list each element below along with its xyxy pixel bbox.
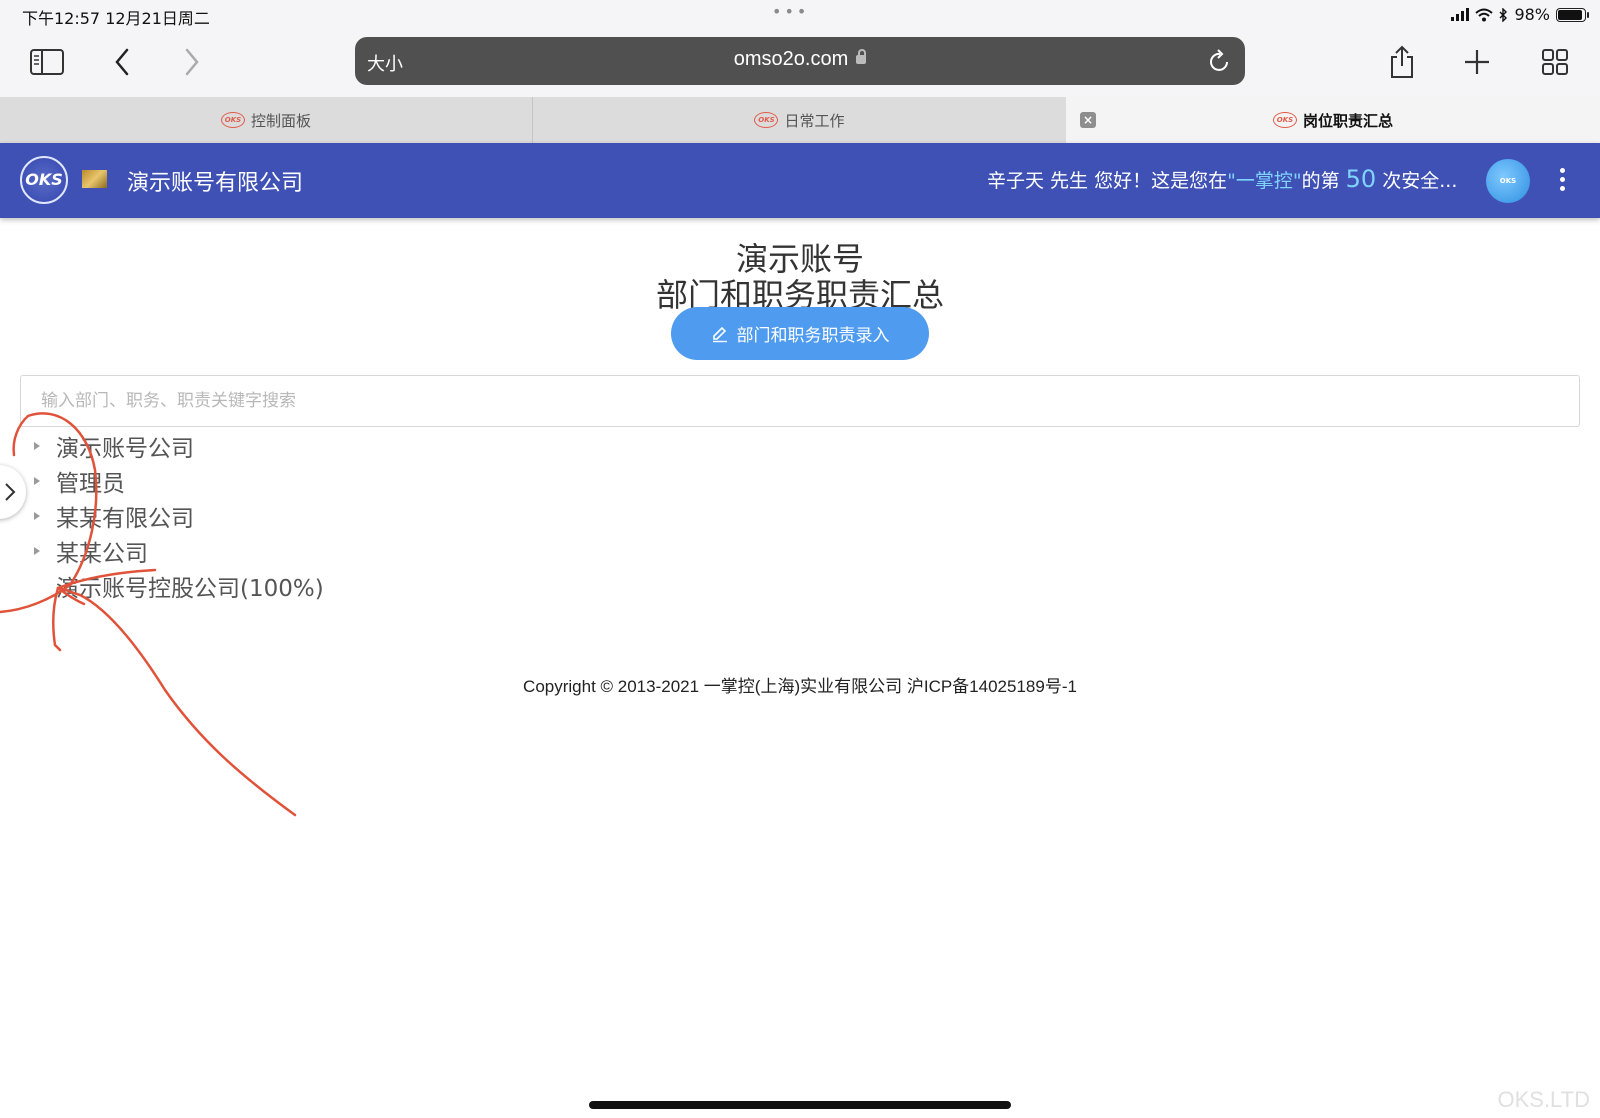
company-name: 演示账号有限公司 (127, 171, 304, 196)
expand-caret-icon[interactable] (34, 441, 40, 450)
copyright-footer: Copyright © 2013-2021 一掌控(上海)实业有限公司 沪ICP… (523, 677, 1077, 696)
chevron-left-icon (115, 48, 129, 76)
url-text: omso2o.com (733, 48, 849, 70)
tab-label: 岗位职责汇总 (1302, 111, 1393, 130)
status-indicators: 98% (1451, 5, 1589, 24)
company-thumbnail (82, 170, 107, 188)
status-time-date: 下午12:57 12月21日周二 (22, 9, 210, 28)
add-duties-button[interactable]: 部门和职务职责录入 (671, 307, 929, 360)
url-display[interactable]: omso2o.com (355, 48, 1245, 71)
tab-overview-button[interactable] (1533, 42, 1577, 82)
tree-node[interactable]: 管理员 (30, 463, 324, 498)
forward-button[interactable] (170, 42, 214, 82)
watermark: OKS.LTD (1497, 1087, 1590, 1112)
share-icon (1391, 45, 1413, 78)
wifi-icon (1475, 8, 1494, 21)
share-button[interactable] (1380, 42, 1424, 82)
tree-node-label: 管理员 (56, 470, 125, 497)
sidebar-icon (30, 49, 64, 75)
tab-label: 日常工作 (784, 111, 845, 130)
user-avatar[interactable]: OKS (1486, 159, 1530, 203)
tab-control-panel[interactable]: OKS 控制面板 (0, 97, 533, 143)
plus-icon (1465, 50, 1489, 74)
lock-icon (856, 49, 867, 65)
search-input[interactable] (20, 375, 1580, 427)
app-header: OKS 演示账号有限公司 辛子天 先生 您好！这是您在"一掌控"的第 50 次安… (0, 143, 1600, 218)
address-bar[interactable]: 大小 omso2o.com (355, 37, 1245, 85)
battery-percent: 98% (1514, 5, 1550, 24)
oks-logo[interactable]: OKS (20, 156, 68, 204)
welcome-brand: "一掌控" (1227, 170, 1302, 192)
welcome-suffix: 次安全... (1382, 170, 1458, 192)
tab-label: 控制面板 (250, 111, 311, 130)
tab-daily-work[interactable]: OKS 日常工作 (533, 97, 1066, 143)
multitasking-dots[interactable]: ••• (772, 2, 809, 21)
expand-caret-icon[interactable] (34, 511, 40, 520)
expand-caret-icon[interactable] (34, 546, 40, 555)
tree-node-label: 演示账号公司 (56, 435, 194, 462)
tab-strip: OKS 控制面板 OKS 日常工作 × OKS 岗位职责汇总 (0, 97, 1600, 143)
sidebar-toggle-button[interactable] (25, 42, 69, 82)
browser-toolbar: 大小 omso2o.com (0, 32, 1600, 97)
reload-icon[interactable] (1209, 49, 1231, 73)
cellular-signal-icon (1451, 8, 1470, 21)
welcome-mid: 的第 (1301, 170, 1340, 192)
new-tab-button[interactable] (1455, 42, 1499, 82)
oks-favicon-icon: OKS (1272, 112, 1297, 128)
home-indicator[interactable] (589, 1101, 1011, 1109)
add-duties-label: 部门和职务职责录入 (736, 326, 890, 346)
battery-icon (1556, 7, 1589, 22)
tab-job-duties-summary[interactable]: × OKS 岗位职责汇总 (1066, 97, 1600, 143)
welcome-message: 辛子天 先生 您好！这是您在"一掌控"的第 50 次安全... (987, 165, 1457, 193)
back-button[interactable] (100, 42, 144, 82)
edit-icon (712, 326, 727, 342)
oks-favicon-icon: OKS (754, 112, 779, 128)
tree-node[interactable]: 演示账号控股公司(100%) (30, 568, 324, 603)
side-drawer-handle[interactable] (0, 465, 26, 519)
tree-node[interactable]: 某某有限公司 (30, 498, 324, 533)
status-bar: 下午12:57 12月21日周二 ••• 98% (0, 0, 1600, 32)
more-menu-icon[interactable] (1554, 165, 1570, 195)
tree-node-label: 某某有限公司 (56, 505, 194, 532)
oks-favicon-icon: OKS (220, 112, 245, 128)
tree-node[interactable]: 演示账号公司 (30, 428, 324, 463)
tree-node[interactable]: 某某公司 (30, 533, 324, 568)
chevron-right-icon (185, 48, 199, 76)
tab-close-icon[interactable]: × (1080, 112, 1096, 128)
tree-node-label: 某某公司 (56, 540, 148, 567)
tree-node-label: 演示账号控股公司(100%) (56, 575, 324, 602)
grid-icon (1542, 49, 1568, 75)
department-tree: 演示账号公司 管理员 某某有限公司 某某公司 演示账号控股公司(100%) (30, 428, 324, 603)
expand-caret-icon[interactable] (34, 476, 40, 485)
bluetooth-icon (1499, 7, 1508, 22)
welcome-prefix: 辛子天 先生 您好！这是您在 (987, 170, 1228, 192)
leaf-spacer (34, 582, 40, 590)
login-count: 50 (1345, 165, 1377, 193)
chevron-right-icon (5, 483, 16, 501)
